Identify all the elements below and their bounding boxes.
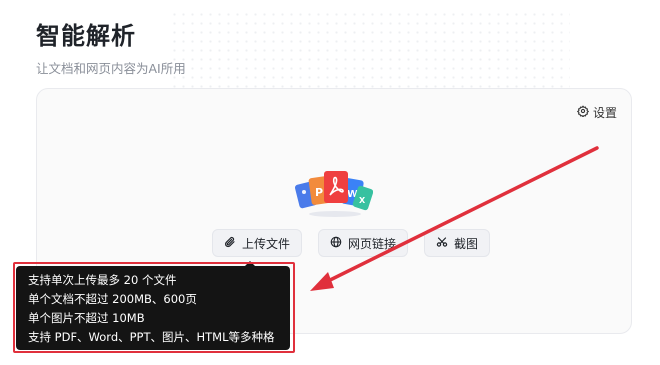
settings-button[interactable]: 设置	[576, 104, 617, 121]
web-link-label: 网页链接	[348, 236, 397, 251]
settings-label: 设置	[592, 106, 617, 120]
paperclip-icon	[224, 236, 236, 251]
globe-icon	[330, 236, 342, 251]
web-link-button[interactable]: 网页链接	[318, 229, 409, 257]
screenshot-label: 截图	[454, 236, 479, 251]
svg-text:X: X	[359, 196, 366, 205]
annotation-highlight-box	[13, 262, 295, 353]
scissors-icon	[436, 236, 448, 251]
svg-text:P: P	[315, 186, 323, 199]
screenshot-button[interactable]: 截图	[424, 229, 491, 257]
source-button-row: 上传文件 网页链接 截图	[212, 229, 491, 257]
pdf-file-icon	[324, 171, 348, 203]
gear-icon	[576, 105, 590, 120]
page-title: 智能解析	[36, 22, 136, 50]
upload-file-label: 上传文件	[242, 236, 291, 251]
upload-file-button[interactable]: 上传文件	[212, 229, 303, 257]
file-types-illustration: P W X	[295, 169, 374, 219]
page-subtitle: 让文档和网页内容为AI所用	[36, 61, 186, 76]
